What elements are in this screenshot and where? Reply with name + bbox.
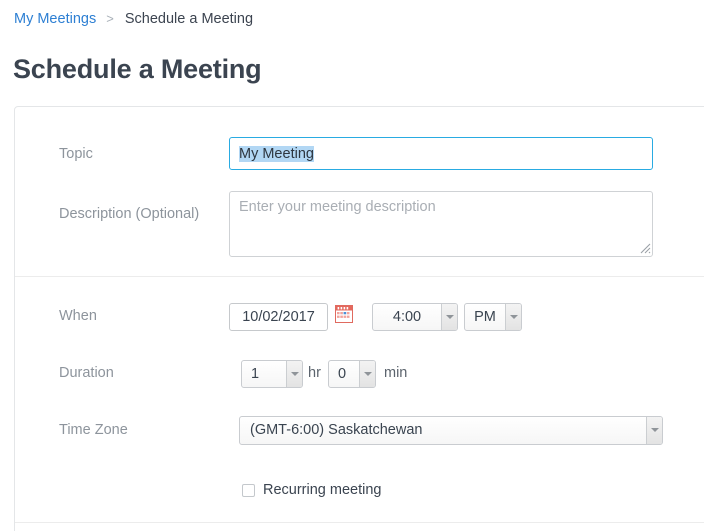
schedule-form-panel: Topic Description (Optional) When: [14, 106, 704, 531]
meridiem-select[interactable]: PM: [464, 303, 522, 331]
section-divider-bottom: [15, 522, 704, 523]
section-divider-top: [15, 276, 704, 277]
duration-hours-select[interactable]: 1: [241, 360, 303, 388]
chevron-down-icon[interactable]: [441, 304, 457, 330]
schedule-meeting-page: My Meetings > Schedule a Meeting Schedul…: [0, 0, 704, 531]
chevron-down-icon[interactable]: [505, 304, 521, 330]
timezone-select[interactable]: (GMT-6:00) Saskatchewan: [239, 416, 663, 445]
when-label: When: [59, 308, 97, 324]
time-select-value: 4:00: [392, 309, 422, 325]
duration-hours-value: 1: [251, 366, 260, 382]
duration-hours-unit: hr: [308, 365, 321, 381]
timezone-select-value: (GMT-6:00) Saskatchewan: [250, 422, 423, 438]
recurring-meeting-checkbox[interactable]: [242, 483, 255, 497]
duration-label: Duration: [59, 365, 114, 381]
row-duration: Duration 1 hr 0 min: [15, 346, 704, 390]
recurring-meeting-label: Recurring meeting: [263, 482, 382, 498]
duration-minutes-select[interactable]: 0: [328, 360, 376, 388]
recurring-meeting-checkbox-wrap[interactable]: Recurring meeting: [242, 481, 381, 499]
breadcrumb-current: Schedule a Meeting: [124, 11, 254, 27]
timezone-label: Time Zone: [59, 422, 128, 438]
description-label: Description (Optional): [59, 206, 200, 222]
chevron-down-icon[interactable]: [286, 361, 302, 387]
calendar-icon[interactable]: [335, 305, 353, 323]
chevron-down-icon[interactable]: [359, 361, 375, 387]
meridiem-select-value: PM: [474, 309, 496, 325]
breadcrumb-separator: >: [106, 11, 114, 26]
description-textarea[interactable]: [229, 191, 653, 257]
row-when: When 4:00: [15, 289, 704, 333]
time-select[interactable]: 4:00: [372, 303, 458, 331]
duration-minutes-unit: min: [384, 365, 408, 381]
row-timezone: Time Zone (GMT-6:00) Saskatchewan: [15, 402, 704, 446]
breadcrumb: My Meetings > Schedule a Meeting: [14, 10, 253, 28]
row-recurring: Recurring meeting: [15, 470, 704, 506]
row-description: Description (Optional): [15, 107, 704, 267]
date-input[interactable]: [229, 303, 328, 331]
chevron-down-icon[interactable]: [646, 417, 662, 444]
page-title: Schedule a Meeting: [13, 54, 262, 84]
breadcrumb-link-my-meetings[interactable]: My Meetings: [14, 11, 96, 27]
duration-minutes-value: 0: [338, 366, 347, 382]
